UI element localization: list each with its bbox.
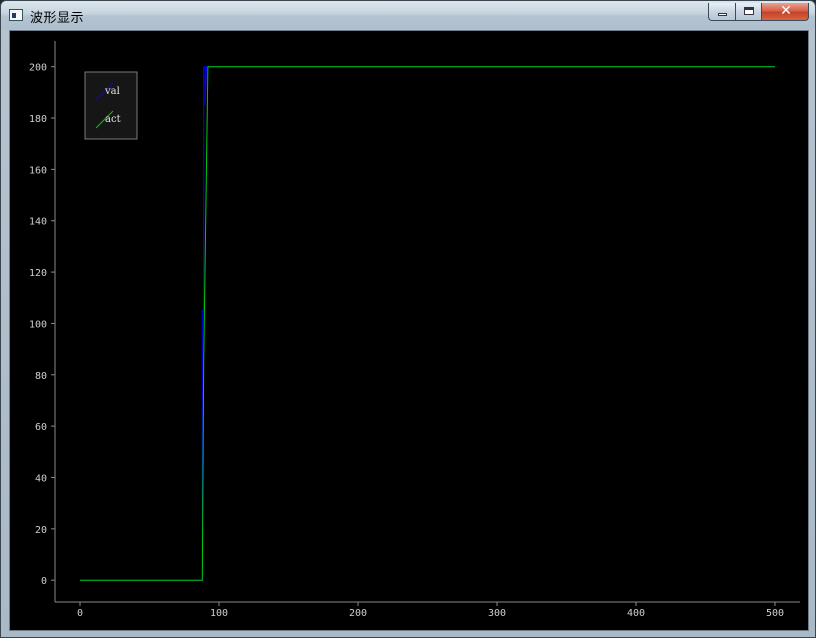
title-bar[interactable]: 波形显示 ✕ [1,1,815,29]
x-tick-label: 100 [210,608,228,619]
window-title: 波形显示 [30,11,85,26]
x-tick-label: 0 [77,608,83,619]
y-ticks: 0 20 40 60 80 100 120 140 160 180 200 [29,63,55,587]
y-tick-label: 100 [29,319,47,330]
y-tick-label: 60 [35,422,47,433]
waveform-chart: 0 100 200 300 400 500 0 20 40 60 80 100 120 140 160 18… [29,41,800,619]
maximize-button[interactable] [735,3,762,21]
y-tick-label: 200 [29,63,47,74]
legend-label-val: val [104,86,120,97]
series-line-act [80,66,775,581]
x-tick-label: 500 [766,608,784,619]
x-tick-label: 400 [627,608,645,619]
x-ticks: 0 100 200 300 400 500 [77,602,784,619]
close-button[interactable]: ✕ [761,3,809,21]
y-tick-label: 180 [29,114,47,125]
y-tick-label: 140 [29,217,47,228]
legend-box [84,71,138,140]
y-tick-label: 160 [29,165,47,176]
legend-label-act: act [105,114,121,125]
y-tick-label: 40 [35,473,47,484]
x-tick-label: 300 [488,608,506,619]
app-window: 波形显示 ✕ 0 100 200 300 400 500 0 20 40 60 80 100 120 1… [0,0,816,638]
minimize-icon [718,13,727,16]
series-line-val [80,66,775,581]
close-icon: ✕ [780,3,792,19]
minimize-button[interactable] [708,3,736,21]
maximize-icon [744,7,754,15]
y-tick-label: 120 [29,268,47,279]
app-icon [9,9,23,21]
y-tick-label: 0 [41,576,47,587]
x-tick-label: 200 [349,608,367,619]
legend: val act [84,71,138,140]
y-tick-label: 80 [35,371,47,382]
y-tick-label: 20 [35,525,47,536]
series-layer [80,66,775,581]
plot-area: 0 100 200 300 400 500 0 20 40 60 80 100 120 140 160 18… [9,30,809,631]
